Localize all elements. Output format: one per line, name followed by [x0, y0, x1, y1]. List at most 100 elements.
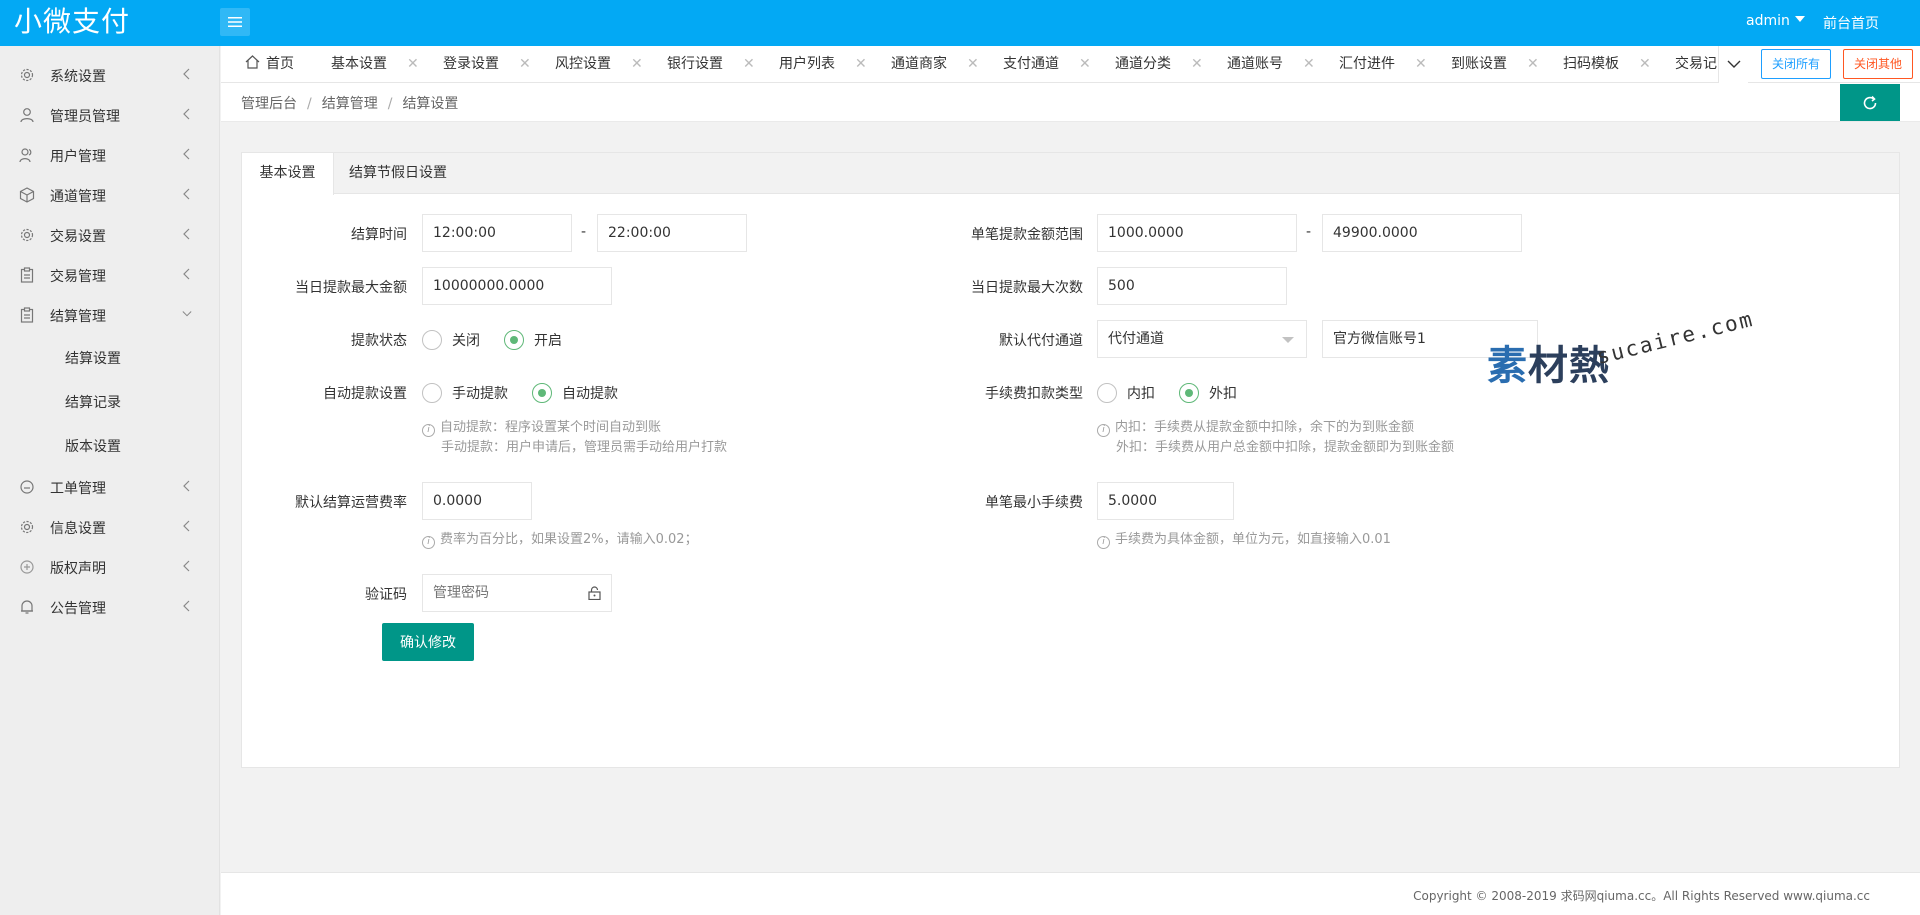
sidebar-subitem-settlement-settings[interactable]: 结算设置 — [0, 335, 219, 379]
tab-home[interactable]: 首页 — [245, 46, 294, 82]
tab-trade-records[interactable]: 交易记 — [1675, 46, 1717, 82]
close-icon[interactable]: ✕ — [1079, 56, 1091, 72]
tab-channel-accounts[interactable]: 通道账号 ✕ — [1227, 46, 1315, 82]
info-icon: i — [1097, 536, 1110, 549]
chevron-left-icon — [183, 108, 190, 120]
close-icon[interactable]: ✕ — [967, 56, 979, 72]
sidebar-item-trade-settings[interactable]: 交易设置 — [0, 215, 219, 255]
tab-holiday[interactable]: 结算节假日设置 — [349, 153, 447, 194]
daily-max-count-input[interactable]: 500 — [1097, 267, 1287, 305]
fee-type-outer-radio[interactable]: 外扣 — [1179, 383, 1237, 403]
chevron-left-icon — [183, 188, 190, 200]
tab-label: 风控设置 — [555, 56, 611, 72]
range-dash: - — [581, 224, 587, 240]
rate-label: 默认结算运营费率 — [295, 495, 407, 511]
menu-toggle-button[interactable] — [220, 8, 250, 36]
tab-login-settings[interactable]: 登录设置 ✕ — [443, 46, 531, 82]
close-icon[interactable]: ✕ — [855, 56, 867, 72]
tab-bank-settings[interactable]: 银行设置 ✕ — [667, 46, 755, 82]
sidebar-item-settlement-management[interactable]: 结算管理 — [0, 295, 219, 335]
user-menu[interactable]: admin — [1746, 13, 1805, 29]
withdraw-status-on-radio[interactable]: 开启 — [504, 330, 562, 350]
tab-basic[interactable]: 基本设置 — [242, 153, 334, 195]
chevron-left-icon — [183, 228, 190, 240]
chevron-left-icon — [183, 148, 190, 160]
single-amount-min-input[interactable]: 1000.0000 — [1097, 214, 1297, 252]
sidebar-item-channel-management[interactable]: 通道管理 — [0, 175, 219, 215]
close-icon[interactable]: ✕ — [1303, 56, 1315, 72]
sidebar-item-ticket-management[interactable]: 工单管理 — [0, 467, 219, 507]
admin-password-input[interactable] — [422, 574, 612, 612]
sidebar-subitem-settlement-records[interactable]: 结算记录 — [0, 379, 219, 423]
close-icon[interactable]: ✕ — [407, 56, 419, 72]
sidebar: 系统设置 管理员管理 用户管理 通道管理 交易设置 交易管理 结算管理 结算设置… — [0, 46, 220, 915]
hamburger-icon — [228, 17, 242, 27]
radio-label: 内扣 — [1127, 386, 1155, 402]
close-icon[interactable]: ✕ — [743, 56, 755, 72]
settle-time-label: 结算时间 — [351, 227, 407, 243]
tab-arrival-settings[interactable]: 到账设置 ✕ — [1451, 46, 1539, 82]
breadcrumb-item[interactable]: 管理后台 — [241, 96, 297, 112]
sidebar-item-label: 结算管理 — [50, 309, 106, 325]
clipboard-icon — [20, 307, 34, 323]
close-icon[interactable]: ✕ — [1639, 56, 1651, 72]
chevron-left-icon — [183, 560, 190, 572]
circle-icon — [20, 480, 34, 494]
withdraw-status-label: 提款状态 — [351, 333, 407, 349]
settle-time-start-input[interactable]: 12:00:00 — [422, 214, 572, 252]
tab-channel-merchants[interactable]: 通道商家 ✕ — [891, 46, 979, 82]
tab-huifu-onboarding[interactable]: 汇付进件 ✕ — [1339, 46, 1427, 82]
tab-channel-categories[interactable]: 通道分类 ✕ — [1115, 46, 1203, 82]
radio-label: 外扣 — [1209, 386, 1237, 402]
sidebar-item-trade-management[interactable]: 交易管理 — [0, 255, 219, 295]
front-page-link[interactable]: 前台首页 — [1823, 13, 1879, 33]
chevron-left-icon — [183, 480, 190, 492]
fee-inner-hint: i 内扣：手续费从提款金额中扣除，余下的为到账金额 — [1097, 419, 1414, 437]
tab-label: 用户列表 — [779, 56, 835, 72]
tab-user-list[interactable]: 用户列表 ✕ — [779, 46, 867, 82]
refresh-button[interactable] — [1840, 84, 1900, 121]
sidebar-item-system-settings[interactable]: 系统设置 — [0, 55, 219, 95]
close-all-tabs-button[interactable]: 关闭所有 — [1761, 49, 1831, 79]
sidebar-item-label: 公告管理 — [50, 601, 106, 617]
single-amount-max-input[interactable]: 49900.0000 — [1322, 214, 1522, 252]
tab-basic-settings[interactable]: 基本设置 ✕ — [331, 46, 419, 82]
default-channel-label: 默认代付通道 — [999, 333, 1083, 349]
withdraw-status-off-radio[interactable]: 关闭 — [422, 330, 480, 350]
lock-icon — [588, 586, 601, 600]
breadcrumb-item[interactable]: 结算管理 — [322, 96, 378, 112]
sidebar-item-notice-management[interactable]: 公告管理 — [0, 587, 219, 627]
close-other-tabs-button[interactable]: 关闭其他 — [1843, 49, 1913, 79]
tab-risk-settings[interactable]: 风控设置 ✕ — [555, 46, 643, 82]
fee-type-inner-radio[interactable]: 内扣 — [1097, 383, 1155, 403]
rate-input[interactable]: 0.0000 — [422, 482, 532, 520]
dropdown-arrow-icon — [1282, 337, 1294, 343]
close-icon[interactable]: ✕ — [1527, 56, 1539, 72]
auto-withdraw-manual-radio[interactable]: 手动提款 — [422, 383, 508, 403]
tab-payment-channels[interactable]: 支付通道 ✕ — [1003, 46, 1091, 82]
settle-time-end-input[interactable]: 22:00:00 — [597, 214, 747, 252]
page-tabs-bar: 首页 基本设置 ✕ 登录设置 ✕ 风控设置 ✕ 银行设置 ✕ 用户列表 ✕ 通道商家 ✕ 支… — [221, 46, 1920, 83]
default-channel-select[interactable]: 代付通道 — [1097, 320, 1307, 358]
min-fee-input[interactable]: 5.0000 — [1097, 482, 1234, 520]
close-icon[interactable]: ✕ — [631, 56, 643, 72]
tabs-more-button[interactable] — [1718, 46, 1748, 83]
auto-withdraw-auto-radio[interactable]: 自动提款 — [532, 383, 618, 403]
sidebar-item-copyright[interactable]: 版权声明 — [0, 547, 219, 587]
min-fee-label: 单笔最小手续费 — [985, 495, 1083, 511]
confirm-submit-button[interactable]: 确认修改 — [382, 623, 474, 661]
tab-qr-templates[interactable]: 扫码模板 ✕ — [1563, 46, 1651, 82]
daily-max-amount-input[interactable]: 10000000.0000 — [422, 267, 612, 305]
top-header: 小微支付 admin 前台首页 — [0, 0, 1920, 46]
sidebar-item-user-management[interactable]: 用户管理 — [0, 135, 219, 175]
captcha-label: 验证码 — [365, 587, 407, 603]
gear-icon — [20, 228, 34, 242]
close-icon[interactable]: ✕ — [1191, 56, 1203, 72]
close-icon[interactable]: ✕ — [519, 56, 531, 72]
sidebar-item-admin-management[interactable]: 管理员管理 — [0, 95, 219, 135]
sidebar-item-label: 版权声明 — [50, 561, 106, 577]
sidebar-subitem-version-settings[interactable]: 版本设置 — [0, 423, 219, 467]
sidebar-item-info-settings[interactable]: 信息设置 — [0, 507, 219, 547]
close-icon[interactable]: ✕ — [1415, 56, 1427, 72]
tab-label: 银行设置 — [667, 56, 723, 72]
